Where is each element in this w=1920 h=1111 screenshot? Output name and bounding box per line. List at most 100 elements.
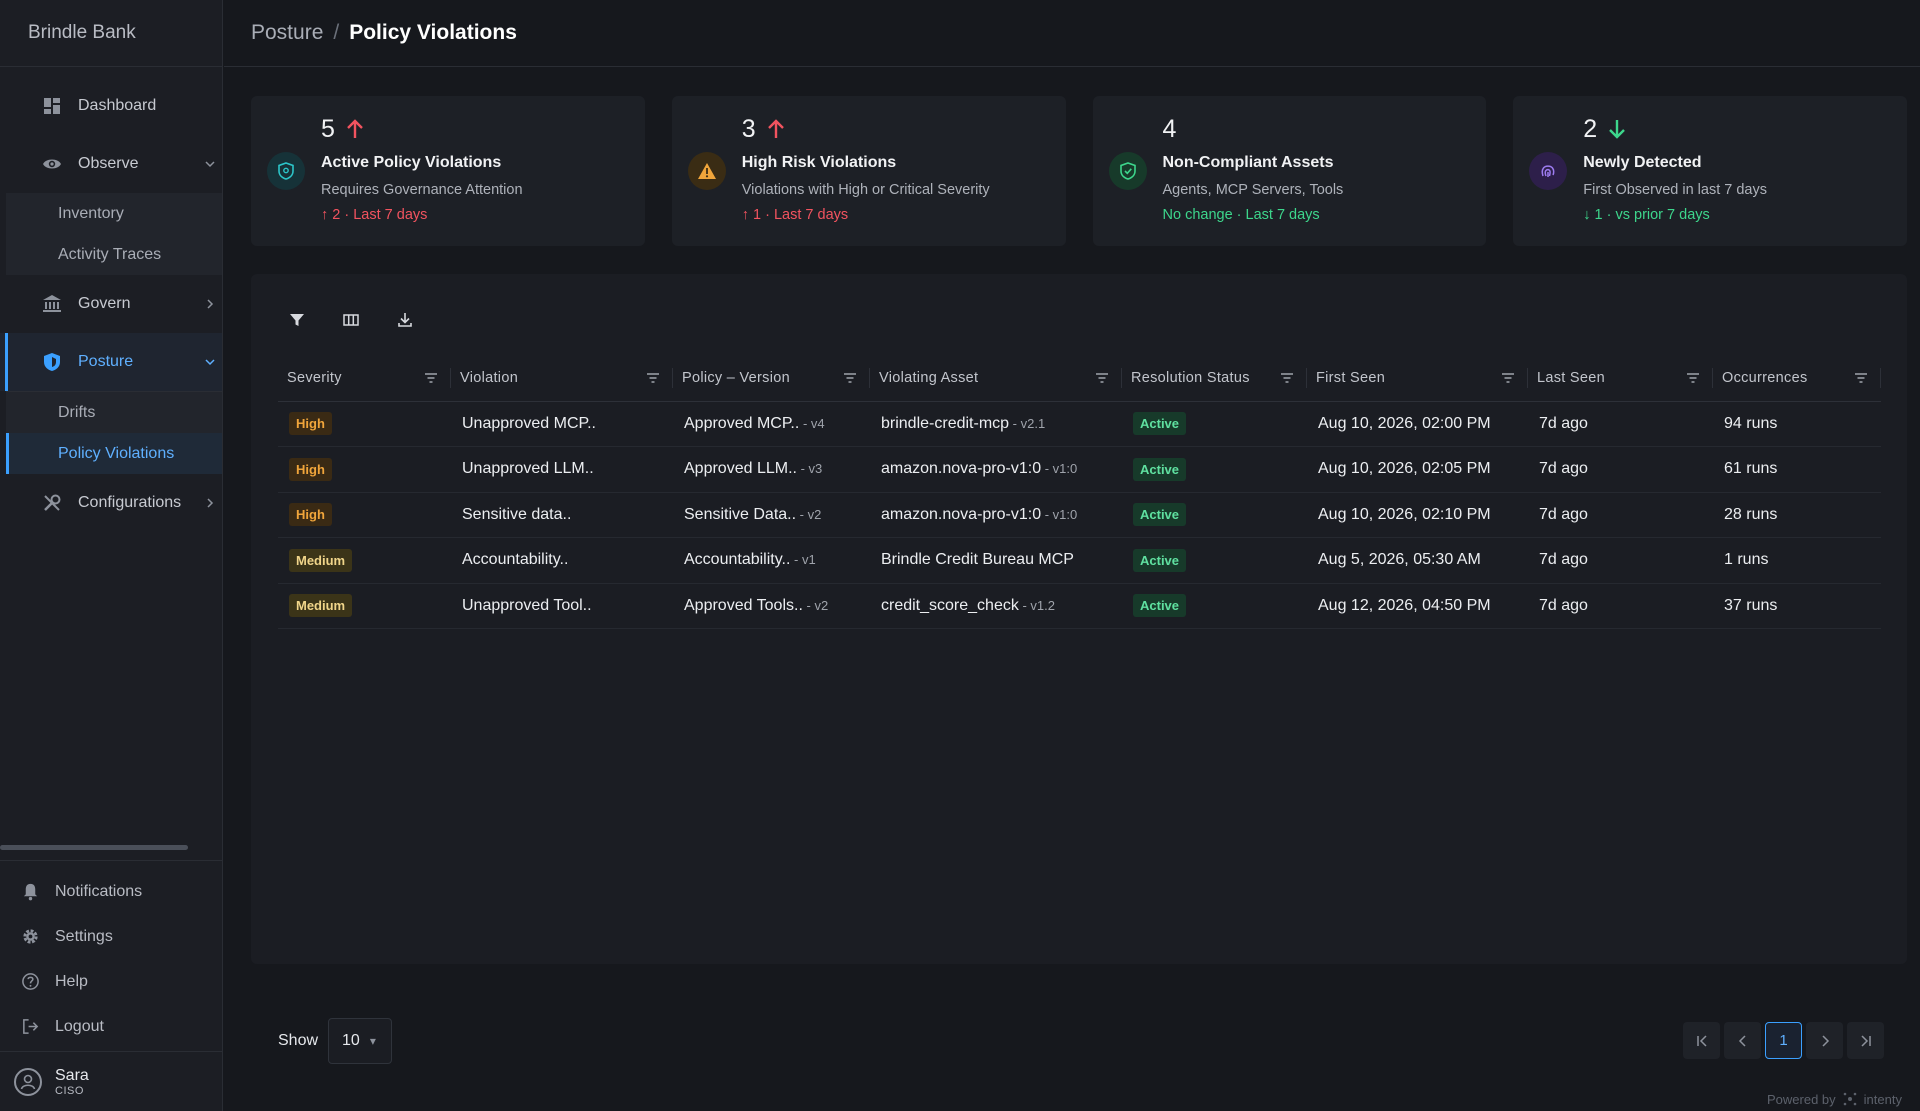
table-row[interactable]: High Unapproved LLM.. Approved LLM.. - v… <box>278 446 1881 493</box>
asset-name: Brindle Credit Bureau MCP <box>881 551 1074 569</box>
column-header-violation[interactable]: Violation <box>451 356 673 402</box>
previous-page-button[interactable] <box>1724 1022 1761 1059</box>
kpi-trend: No change · Last 7 days <box>1162 207 1320 223</box>
column-header-first-seen[interactable]: First Seen <box>1307 356 1528 402</box>
kpi-title: High Risk Violations <box>741 154 897 171</box>
page-size-control: Show 10 ▾ <box>278 1018 393 1064</box>
sidebar-scrollbar-thumb[interactable] <box>0 845 188 850</box>
asset-name: amazon.nova-pro-v1:0 <box>881 505 1042 523</box>
asset-cell[interactable]: brindle-credit-mcp - v2.1 <box>870 401 1122 447</box>
download-button[interactable] <box>389 304 421 336</box>
sidebar-item-activity-traces[interactable]: Activity Traces <box>6 234 222 275</box>
kpi-value: 4 <box>1162 114 1177 143</box>
sidebar-item-help[interactable]: Help <box>0 959 223 1004</box>
sidebar-item-observe[interactable]: Observe <box>0 135 222 193</box>
policy-cell[interactable]: Approved MCP.. - v4 <box>673 401 870 447</box>
asset-cell[interactable]: Brindle Credit Bureau MCP <box>870 537 1122 584</box>
asset-cell[interactable]: amazon.nova-pro-v1:0 - v1:0 <box>870 492 1122 538</box>
last-seen-cell: 7d ago <box>1528 537 1713 584</box>
column-header-occurrences[interactable]: Occurrences <box>1713 356 1881 402</box>
fingerprint-icon <box>1529 152 1568 190</box>
column-filter-icon[interactable] <box>842 370 858 386</box>
policy-version: - v2 <box>802 597 829 613</box>
sidebar-item-posture[interactable]: Posture <box>0 333 222 391</box>
chevron-right-icon <box>1821 1034 1829 1047</box>
breadcrumb-separator: / <box>333 21 340 44</box>
violation-cell[interactable]: Unapproved Tool.. <box>451 583 673 629</box>
kpi-card-non-compliant[interactable]: 4 Non-Compliant Assets Agents, MCP Serve… <box>1092 96 1487 246</box>
sidebar-item-label: Configurations <box>78 494 182 511</box>
kpi-subtitle: First Observed in last 7 days <box>1583 182 1767 198</box>
first-seen-cell: Aug 10, 2026, 02:00 PM <box>1307 401 1528 447</box>
vendor-logo-icon <box>1843 1092 1856 1106</box>
filter-button[interactable] <box>281 304 313 336</box>
sidebar-item-settings[interactable]: Settings <box>0 914 223 959</box>
user-profile[interactable]: Sara CISO <box>0 1051 223 1111</box>
chevron-right-icon <box>207 498 214 508</box>
violation-cell[interactable]: Sensitive data.. <box>451 492 673 538</box>
next-page-button[interactable] <box>1806 1022 1843 1059</box>
column-filter-icon[interactable] <box>1094 370 1110 386</box>
kpi-card-active-violations[interactable]: 5 Active Policy Violations Requires Gove… <box>251 96 645 246</box>
column-label: Policy – Version <box>682 370 790 387</box>
asset-cell[interactable]: credit_score_check - v1.2 <box>870 583 1122 629</box>
policy-cell[interactable]: Approved LLM.. - v3 <box>673 446 870 493</box>
table-row[interactable]: Medium Accountability.. Accountability..… <box>278 537 1881 584</box>
column-filter-icon[interactable] <box>1500 370 1516 386</box>
column-filter-icon[interactable] <box>645 370 661 386</box>
first-seen-cell: Aug 12, 2026, 04:50 PM <box>1307 583 1528 629</box>
asset-cell[interactable]: amazon.nova-pro-v1:0 - v1:0 <box>870 446 1122 493</box>
column-header-severity[interactable]: Severity <box>278 356 451 402</box>
chevron-left-icon <box>1738 1034 1746 1047</box>
violation-cell[interactable]: Unapproved MCP.. <box>451 401 673 447</box>
sidebar-scrollbar[interactable] <box>0 845 188 850</box>
policy-cell[interactable]: Sensitive Data.. - v2 <box>673 492 870 538</box>
first-page-button[interactable] <box>1683 1022 1720 1059</box>
severity-badge: Medium <box>289 594 353 618</box>
table-row[interactable]: High Sensitive data.. Sensitive Data.. -… <box>278 492 1881 538</box>
page-size-select[interactable]: 10 ▾ <box>328 1018 393 1064</box>
sidebar-item-govern[interactable]: Govern <box>0 275 222 333</box>
sidebar-item-configurations[interactable]: Configurations <box>0 474 222 532</box>
help-icon <box>20 972 40 992</box>
column-filter-icon[interactable] <box>1853 370 1869 386</box>
table-row[interactable]: Medium Unapproved Tool.. Approved Tools.… <box>278 583 1881 629</box>
last-seen-cell: 7d ago <box>1528 583 1713 629</box>
table-row[interactable]: High Unapproved MCP.. Approved MCP.. - v… <box>278 401 1881 447</box>
policy-cell[interactable]: Accountability.. - v1 <box>673 537 870 584</box>
violation-cell[interactable]: Unapproved LLM.. <box>451 446 673 493</box>
table-header-row: Severity Violation Policy – Version Viol… <box>278 356 1881 402</box>
column-header-resolution-status[interactable]: Resolution Status <box>1122 356 1307 402</box>
page-button-current[interactable]: 1 <box>1765 1022 1802 1059</box>
column-filter-icon[interactable] <box>1279 370 1295 386</box>
status-badge: Active <box>1133 412 1187 436</box>
breadcrumb-posture[interactable]: Posture <box>251 21 323 45</box>
column-header-policy-version[interactable]: Policy – Version <box>673 356 870 402</box>
sidebar-item-dashboard[interactable]: Dashboard <box>0 77 222 135</box>
sidebar-item-logout[interactable]: Logout <box>0 1004 223 1049</box>
filter-icon <box>290 314 304 326</box>
kpi-title: Newly Detected <box>1583 154 1702 171</box>
asset-name: brindle-credit-mcp <box>881 414 1010 432</box>
sidebar-item-notifications[interactable]: Notifications <box>0 869 223 914</box>
policy-cell[interactable]: Approved Tools.. - v2 <box>673 583 870 629</box>
last-page-button[interactable] <box>1847 1022 1884 1059</box>
last-seen-cell: 7d ago <box>1528 446 1713 493</box>
columns-icon <box>343 314 359 326</box>
column-header-last-seen[interactable]: Last Seen <box>1528 356 1713 402</box>
violation-cell[interactable]: Accountability.. <box>451 537 673 584</box>
column-filter-icon[interactable] <box>1685 370 1701 386</box>
kpi-card-high-risk[interactable]: 3 High Risk Violations Violations with H… <box>671 96 1066 246</box>
sidebar-item-inventory[interactable]: Inventory <box>6 193 222 234</box>
column-filter-icon[interactable] <box>423 370 439 386</box>
columns-button[interactable] <box>335 304 367 336</box>
first-page-icon <box>1696 1034 1707 1047</box>
kpi-trend: ↓ 1 · vs prior 7 days <box>1583 207 1710 223</box>
bank-icon <box>42 294 62 314</box>
column-header-violating-asset[interactable]: Violating Asset <box>870 356 1122 402</box>
severity-badge: High <box>289 457 332 481</box>
sidebar-item-policy-violations[interactable]: Policy Violations <box>6 433 222 474</box>
table-toolbar <box>281 304 421 336</box>
kpi-card-newly-detected[interactable]: 2 Newly Detected First Observed in last … <box>1513 96 1907 246</box>
sidebar-item-drifts[interactable]: Drifts <box>6 392 222 433</box>
